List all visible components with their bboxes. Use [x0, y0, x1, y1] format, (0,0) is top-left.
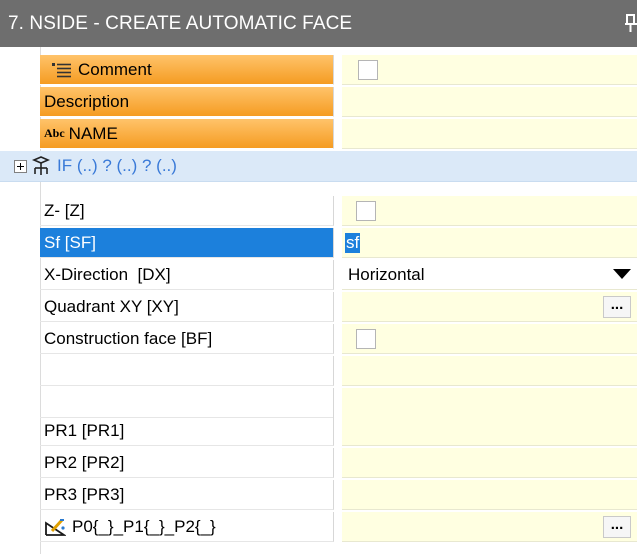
points-value[interactable]: ... [342, 512, 637, 542]
construction-face-checkbox[interactable] [356, 328, 376, 349]
quadrant-value[interactable]: ... [342, 292, 637, 322]
pin-icon[interactable] [625, 13, 637, 33]
row-z-name[interactable]: Z- [Z] [40, 196, 334, 226]
row-pr3[interactable]: PR3 [PR3] [40, 480, 637, 511]
panel-title: 7. NSIDE - CREATE AUTOMATIC FACE [8, 12, 353, 34]
row-points-name[interactable]: P0{_}_P1{_}_P2{_} [40, 512, 334, 542]
z-checkbox[interactable] [356, 200, 376, 221]
x-direction-label: X-Direction [DX] [44, 264, 171, 284]
abc-text-icon: Abc [44, 126, 65, 140]
description-value[interactable] [342, 87, 637, 117]
row-empty-2 [40, 388, 637, 419]
row-construction-face[interactable]: Construction face [BF] [40, 324, 637, 355]
expand-plus-icon[interactable] [14, 159, 27, 173]
pr3-label: PR3 [PR3] [44, 484, 125, 504]
quadrant-ellipsis-button[interactable]: ... [603, 296, 631, 318]
z-value[interactable] [342, 196, 637, 226]
row-comment-name[interactable]: Comment [40, 55, 334, 85]
comment-lines-icon [52, 62, 71, 77]
panel-title-bar: 7. NSIDE - CREATE AUTOMATIC FACE [0, 0, 637, 47]
condition-icon [31, 156, 51, 175]
points-ellipsis-button[interactable]: ... [603, 516, 631, 538]
points-label: P0{_}_P1{_}_P2{_} [72, 516, 216, 536]
row-empty-2-name [40, 388, 334, 418]
sf-value-text[interactable]: sf [345, 232, 361, 253]
if-group-label: IF (..) ? (..) ? (..) [57, 156, 177, 175]
quadrant-label: Quadrant XY [XY] [44, 296, 179, 316]
row-pr2-name[interactable]: PR2 [PR2] [40, 448, 334, 478]
row-sf[interactable]: Sf [SF] sf [40, 228, 637, 259]
description-label: Description [44, 91, 130, 111]
comment-checkbox[interactable] [358, 59, 378, 80]
row-z[interactable]: Z- [Z] [40, 196, 637, 227]
x-direction-value: Horizontal [348, 264, 425, 284]
property-grid: Comment Description Abc NAME IF (..) ? (… [0, 47, 637, 554]
pr1-label: PR1 [PR1] [44, 420, 125, 440]
pr2-label: PR2 [PR2] [44, 452, 125, 472]
row-points[interactable]: P0{_}_P1{_}_P2{_} ... [40, 512, 637, 543]
row-quadrant[interactable]: Quadrant XY [XY] ... [40, 292, 637, 323]
row-x-direction-name[interactable]: X-Direction [DX] [40, 260, 334, 290]
row-comment[interactable]: Comment [40, 55, 637, 86]
row-description-name[interactable]: Description [40, 87, 334, 117]
row-description[interactable]: Description [40, 87, 637, 118]
draw-geometry-icon [45, 518, 66, 536]
comment-value[interactable] [342, 55, 637, 85]
z-label: Z- [Z] [44, 200, 85, 220]
comment-label: Comment [78, 59, 152, 79]
dropdown-arrow-icon[interactable] [613, 269, 631, 279]
row-x-direction[interactable]: X-Direction [DX] Horizontal [40, 260, 637, 291]
construction-face-value[interactable] [342, 324, 637, 354]
row-name-name[interactable]: Abc NAME [40, 119, 334, 149]
sf-value-input[interactable]: sf [342, 228, 637, 258]
pr1-value[interactable] [342, 416, 637, 446]
row-empty [40, 356, 637, 387]
name-value[interactable] [342, 119, 637, 149]
row-sf-name[interactable]: Sf [SF] [40, 228, 334, 258]
name-label: NAME [68, 123, 118, 143]
row-pr1[interactable]: PR1 [PR1] [40, 416, 637, 447]
row-empty-2-value [342, 388, 637, 418]
x-direction-select[interactable]: Horizontal [342, 260, 637, 290]
row-pr2[interactable]: PR2 [PR2] [40, 448, 637, 479]
construction-face-label: Construction face [BF] [44, 328, 213, 348]
row-empty-value [342, 356, 637, 386]
pr2-value[interactable] [342, 448, 637, 478]
row-construction-face-name[interactable]: Construction face [BF] [40, 324, 334, 354]
row-quadrant-name[interactable]: Quadrant XY [XY] [40, 292, 334, 322]
pr3-value[interactable] [342, 480, 637, 510]
row-pr1-name[interactable]: PR1 [PR1] [40, 416, 334, 446]
sf-label: Sf [SF] [44, 232, 96, 252]
if-group-row[interactable]: IF (..) ? (..) ? (..) [0, 151, 637, 182]
row-empty-name [40, 356, 334, 386]
grid-gutter [0, 47, 41, 554]
row-pr3-name[interactable]: PR3 [PR3] [40, 480, 334, 510]
row-name[interactable]: Abc NAME [40, 119, 637, 150]
